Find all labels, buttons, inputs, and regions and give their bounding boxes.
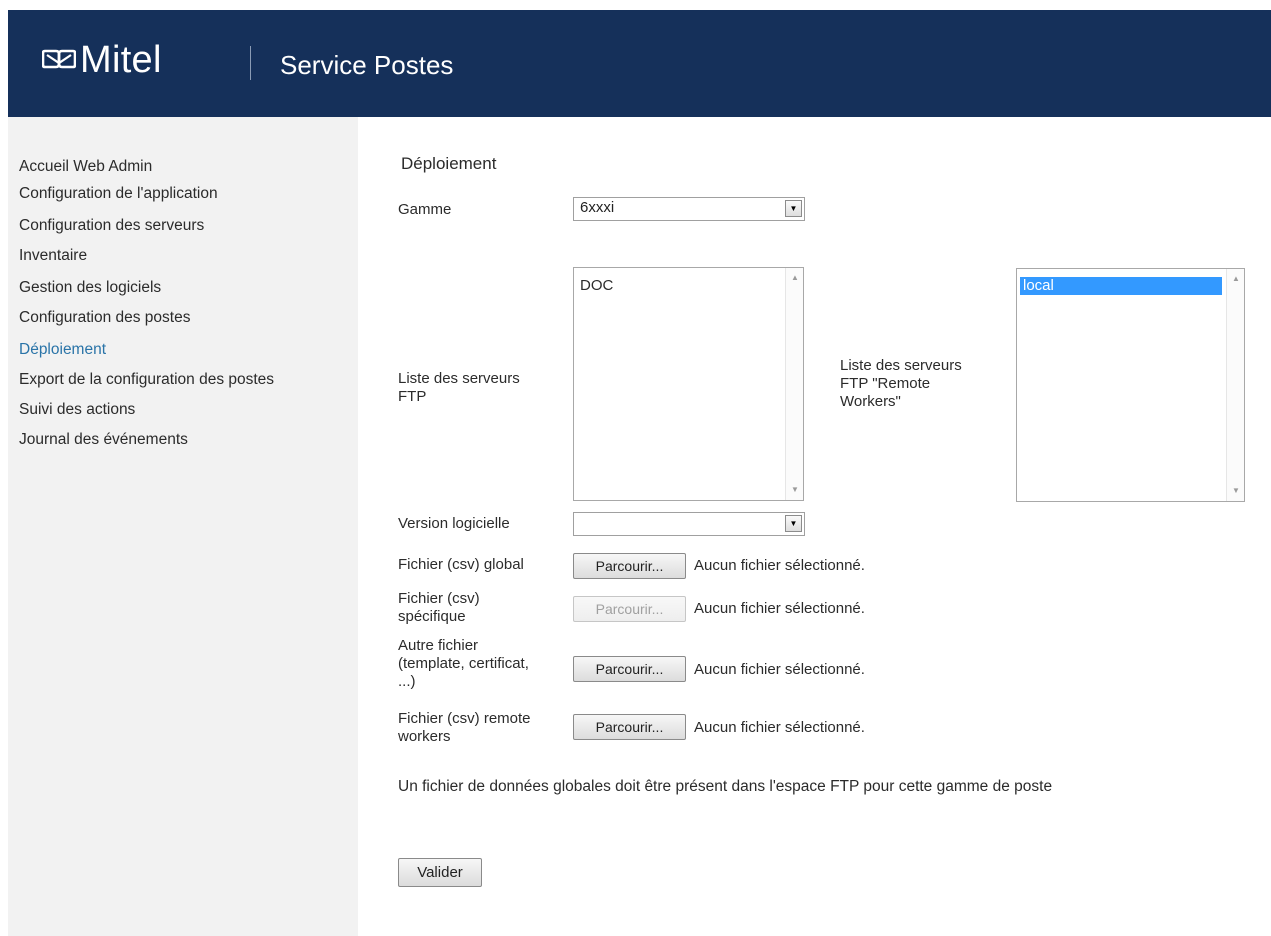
scroll-up-icon[interactable]: ▲: [791, 274, 799, 282]
sidebar-item-deploiement[interactable]: Déploiement: [19, 341, 106, 359]
file-label-line: (template, certificat,: [398, 655, 529, 672]
file-remote-label: Fichier (csv) remote workers: [398, 710, 531, 746]
sidebar-item-configuration-serveurs[interactable]: Configuration des serveurs: [19, 217, 204, 235]
brand-name: Mitel: [80, 39, 162, 81]
sidebar-item-accueil-web-admin[interactable]: Accueil Web Admin: [19, 158, 152, 176]
ftp-list-label-line: FTP: [398, 388, 427, 405]
sidebar-item-suivi-actions[interactable]: Suivi des actions: [19, 401, 135, 419]
scroll-up-icon[interactable]: ▲: [1232, 275, 1240, 283]
scrollbar[interactable]: ▲ ▼: [785, 268, 803, 500]
sidebar-item-export-configuration[interactable]: Export de la configuration des postes: [19, 371, 274, 389]
ftp-list-label: Liste des serveurs FTP: [398, 370, 520, 406]
ftp-server-listbox[interactable]: DOC ▲ ▼: [573, 267, 804, 501]
mitel-logo-icon: [42, 49, 76, 69]
file-label-line: Fichier (csv) global: [398, 556, 524, 573]
file-label-line: ...): [398, 673, 416, 690]
file-remote-status: Aucun fichier sélectionné.: [694, 719, 865, 736]
file-global-status: Aucun fichier sélectionné.: [694, 557, 865, 574]
remote-ftp-list-label-line: FTP "Remote: [840, 375, 931, 392]
page-title: Déploiement: [401, 154, 497, 173]
scroll-down-icon[interactable]: ▼: [791, 486, 799, 494]
sidebar-item-inventaire[interactable]: Inventaire: [19, 247, 87, 265]
version-label: Version logicielle: [398, 515, 510, 532]
list-item[interactable]: local: [1020, 277, 1222, 295]
gamme-select[interactable]: 6xxxi ▼: [573, 197, 805, 221]
sidebar-item-configuration-postes[interactable]: Configuration des postes: [19, 309, 190, 327]
remote-ftp-list-label-line: Liste des serveurs: [840, 357, 962, 374]
file-label-line: spécifique: [398, 608, 466, 625]
gamme-label: Gamme: [398, 201, 452, 218]
browse-other-button[interactable]: Parcourir...: [573, 656, 686, 682]
chevron-down-icon[interactable]: ▼: [785, 200, 802, 217]
validate-button[interactable]: Valider: [398, 858, 482, 887]
ftp-list-label-line: Liste des serveurs: [398, 370, 520, 387]
global-data-notice: Un fichier de données globales doit être…: [398, 778, 1053, 795]
file-label-line: Fichier (csv) remote: [398, 710, 531, 727]
remote-ftp-list-label-line: Workers": [840, 393, 901, 410]
browse-remote-button[interactable]: Parcourir...: [573, 714, 686, 740]
sidebar-item-gestion-logiciels[interactable]: Gestion des logiciels: [19, 279, 161, 297]
file-specific-label: Fichier (csv) spécifique: [398, 590, 480, 626]
file-global-label: Fichier (csv) global: [398, 556, 524, 574]
scroll-down-icon[interactable]: ▼: [1232, 487, 1240, 495]
sidebar-item-configuration-application[interactable]: Configuration de l'application: [19, 185, 218, 203]
list-item[interactable]: DOC: [577, 277, 781, 295]
file-label-line: workers: [398, 728, 451, 745]
sidebar-item-journal-evenements[interactable]: Journal des événements: [19, 431, 188, 449]
remote-ftp-server-listbox[interactable]: local ▲ ▼: [1016, 268, 1245, 502]
app-header: Mitel Service Postes: [8, 10, 1271, 117]
file-other-status: Aucun fichier sélectionné.: [694, 661, 865, 678]
version-select[interactable]: ▼: [573, 512, 805, 536]
scrollbar[interactable]: ▲ ▼: [1226, 269, 1244, 501]
file-specific-status: Aucun fichier sélectionné.: [694, 600, 865, 617]
file-other-label: Autre fichier (template, certificat, ...…: [398, 637, 529, 691]
app-title: Service Postes: [280, 50, 454, 80]
gamme-value: 6xxxi: [580, 199, 615, 216]
header-divider: [250, 46, 251, 80]
browse-specific-button[interactable]: Parcourir...: [573, 596, 686, 622]
sidebar: Accueil Web Admin Configuration de l'app…: [8, 117, 358, 936]
file-label-line: Fichier (csv): [398, 590, 480, 607]
remote-ftp-list-label: Liste des serveurs FTP "Remote Workers": [840, 357, 962, 411]
file-label-line: Autre fichier: [398, 637, 479, 654]
chevron-down-icon[interactable]: ▼: [785, 515, 802, 532]
browse-global-button[interactable]: Parcourir...: [573, 553, 686, 579]
